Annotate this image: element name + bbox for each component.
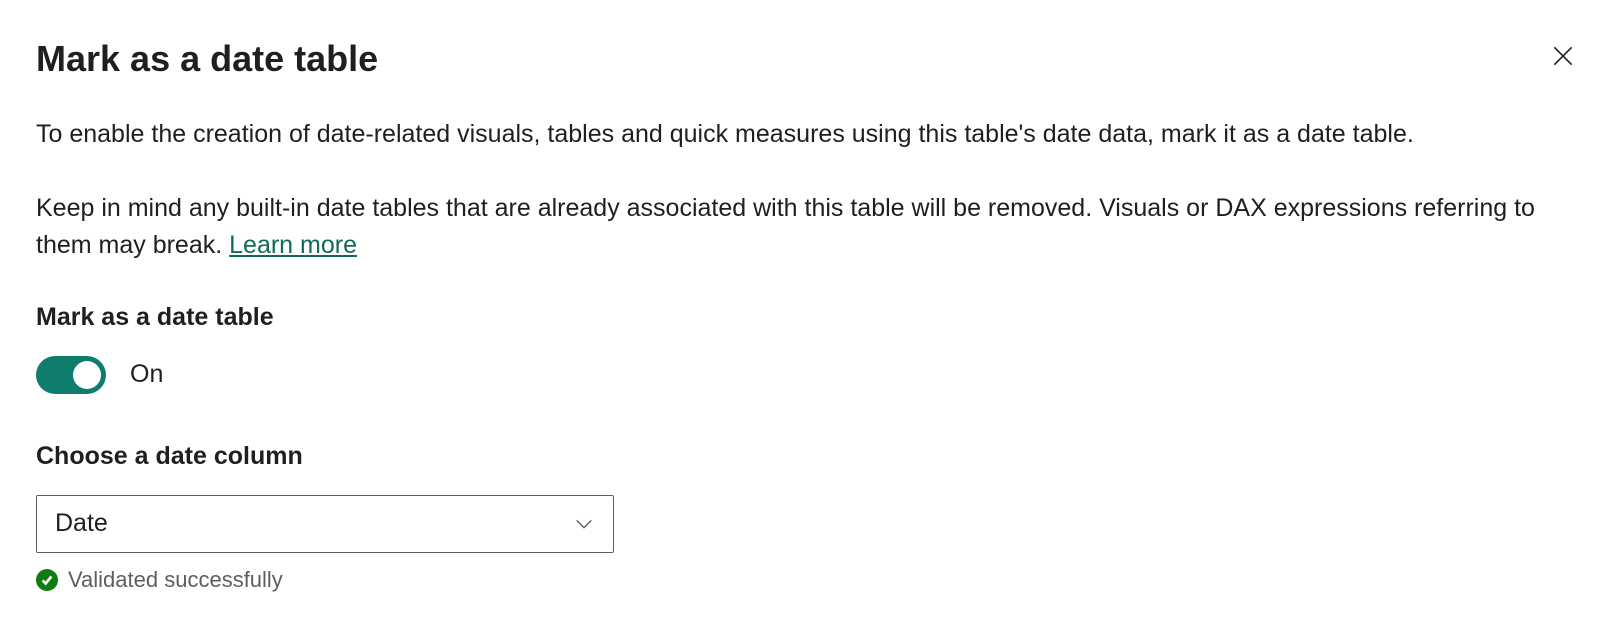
dialog-title: Mark as a date table xyxy=(36,38,378,80)
date-column-dropdown[interactable]: Date xyxy=(36,495,614,553)
mark-date-table-toggle[interactable] xyxy=(36,356,106,394)
dialog-header: Mark as a date table xyxy=(36,38,1581,80)
toggle-thumb xyxy=(73,361,101,389)
toggle-section-label: Mark as a date table xyxy=(36,303,1581,332)
dialog-warning: Keep in mind any built-in date tables th… xyxy=(36,190,1581,265)
dropdown-selected-value: Date xyxy=(55,509,108,538)
column-select-section: Choose a date column Date xyxy=(36,442,1581,553)
validation-message: Validated successfully xyxy=(68,567,283,593)
learn-more-link[interactable]: Learn more xyxy=(229,231,357,259)
dialog-description: To enable the creation of date-related v… xyxy=(36,116,1581,154)
column-select-label: Choose a date column xyxy=(36,442,1581,471)
toggle-section: Mark as a date table On xyxy=(36,303,1581,394)
checkmark-circle-icon xyxy=(36,569,58,591)
close-icon xyxy=(1550,43,1576,69)
toggle-state-label: On xyxy=(130,360,163,389)
validation-status: Validated successfully xyxy=(36,567,1581,593)
toggle-row: On xyxy=(36,356,1581,394)
chevron-down-icon xyxy=(573,513,595,535)
close-button[interactable] xyxy=(1545,38,1581,74)
